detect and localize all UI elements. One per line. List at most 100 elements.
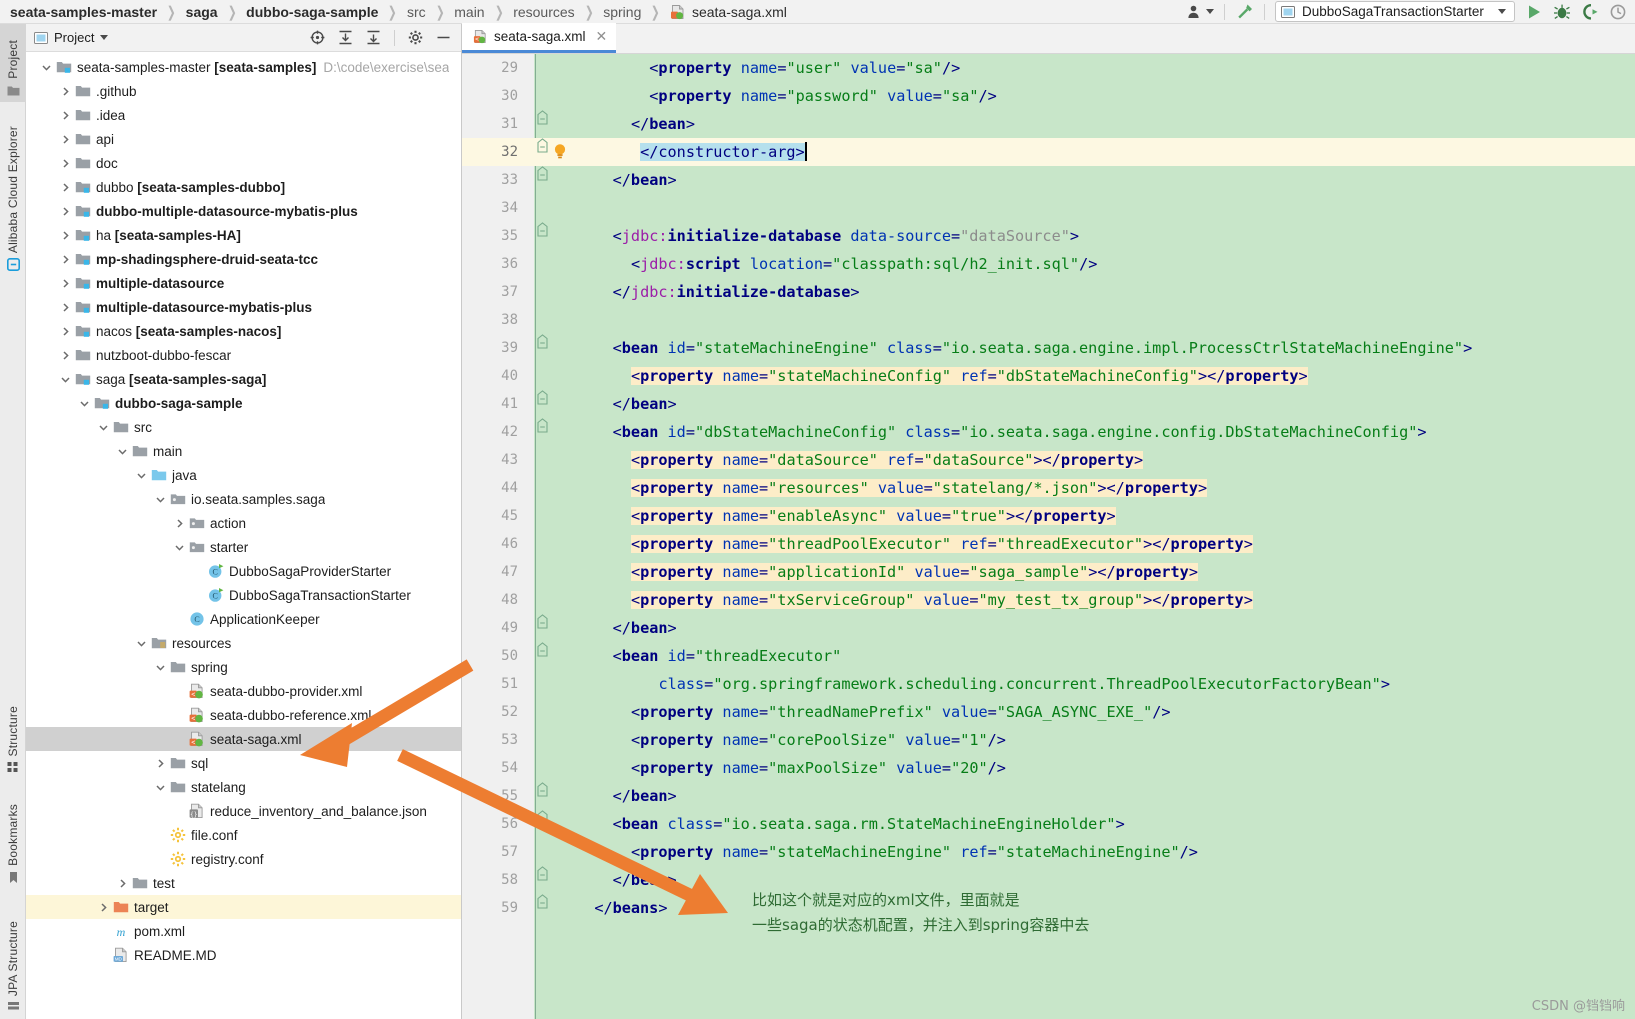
chevron-down-icon[interactable] <box>135 637 148 650</box>
chevron-down-icon[interactable] <box>78 397 91 410</box>
chevron-down-icon[interactable] <box>116 445 129 458</box>
sidebar-item-jpa-structure[interactable]: JPA Structure <box>0 904 26 1019</box>
code-line[interactable]: 56 <bean class="io.seata.saga.rm.StateMac… <box>462 810 1635 838</box>
chevron-right-icon[interactable] <box>173 517 186 530</box>
chevron-right-icon[interactable] <box>116 877 129 890</box>
code-line[interactable]: 29 <property name="user" value="sa"/> <box>462 54 1635 82</box>
sidebar-item-structure[interactable]: Structure <box>0 684 26 779</box>
tree-node-spring[interactable]: spring <box>26 655 461 679</box>
chevron-down-icon[interactable] <box>135 469 148 482</box>
project-tree[interactable]: seata-samples-master [seata-samples] D:\c… <box>26 52 461 1019</box>
user-avatar-icon[interactable] <box>1187 4 1214 20</box>
chevron-right-icon[interactable] <box>59 133 72 146</box>
build-hammer-icon[interactable] <box>1235 2 1254 21</box>
fold-marker-icon[interactable] <box>537 222 548 237</box>
tree-node-registry-conf[interactable]: registry.conf <box>26 847 461 871</box>
fold-marker-icon[interactable] <box>537 642 548 657</box>
chevron-down-icon[interactable] <box>40 61 53 74</box>
breadcrumb-item[interactable]: saga <box>186 4 218 20</box>
breadcrumb-item[interactable]: src <box>407 4 426 20</box>
code-line[interactable]: 52 <property name="threadNamePrefix" valu… <box>462 698 1635 726</box>
chevron-down-icon[interactable] <box>1206 9 1214 14</box>
select-opened-file-icon[interactable] <box>310 30 325 45</box>
tree-node-target[interactable]: target <box>26 895 461 919</box>
code-line[interactable]: 55 </bean> <box>462 782 1635 810</box>
tree-node-seata-dubbo-reference-xml[interactable]: < seata-dubbo-reference.xml <box>26 703 461 727</box>
editor-tab-seata-saga-xml[interactable]: < seata-saga.xml ✕ <box>462 23 617 53</box>
code-line[interactable]: 41 </bean> <box>462 390 1635 418</box>
chevron-right-icon[interactable] <box>154 757 167 770</box>
tree-node-mp-shadingsphere-druid-seata-tcc[interactable]: mp-shadingsphere-druid-seata-tcc <box>26 247 461 271</box>
code-line[interactable]: 46 <property name="threadPoolExecutor" re… <box>462 530 1635 558</box>
fold-marker-icon[interactable] <box>537 138 548 153</box>
fold-marker-icon[interactable] <box>537 614 548 629</box>
minimize-icon[interactable] <box>436 30 451 45</box>
breadcrumb-item[interactable]: seata-saga.xml <box>670 4 787 20</box>
chevron-right-icon[interactable] <box>59 157 72 170</box>
chevron-right-icon[interactable] <box>59 277 72 290</box>
close-icon[interactable]: ✕ <box>596 28 608 45</box>
tree-node-statelang[interactable]: statelang <box>26 775 461 799</box>
tree-node-seata-samples-master[interactable]: seata-samples-master [seata-samples] D:\c… <box>26 55 461 79</box>
tree-node-java[interactable]: java <box>26 463 461 487</box>
chevron-right-icon[interactable] <box>59 109 72 122</box>
chevron-down-icon[interactable] <box>154 781 167 794</box>
chevron-right-icon[interactable] <box>59 325 72 338</box>
chevron-right-icon[interactable] <box>97 901 110 914</box>
code-line[interactable]: 54 <property name="maxPoolSize" value="20… <box>462 754 1635 782</box>
fold-marker-icon[interactable] <box>537 866 548 881</box>
code-text[interactable]: 29 <property name="user" value="sa"/> 30 <p… <box>462 54 1635 1019</box>
tree-node-nacos[interactable]: nacos [seata-samples-nacos] <box>26 319 461 343</box>
tree-node-main[interactable]: main <box>26 439 461 463</box>
breadcrumb-item[interactable]: resources <box>513 4 574 20</box>
tree-node-sql[interactable]: sql <box>26 751 461 775</box>
tree-node--github[interactable]: .github <box>26 79 461 103</box>
breadcrumb-item[interactable]: dubbo-saga-sample <box>246 4 378 20</box>
chevron-right-icon[interactable] <box>59 85 72 98</box>
tree-node-file-conf[interactable]: file.conf <box>26 823 461 847</box>
fold-marker-icon[interactable] <box>537 110 548 125</box>
tree-node-seata-saga-xml[interactable]: < seata-saga.xml <box>26 727 461 751</box>
code-line[interactable]: 51 class="org.springframework.scheduling.… <box>462 670 1635 698</box>
code-line[interactable]: 35 <jdbc:initialize-database data-source=… <box>462 222 1635 250</box>
tree-node-dubbo-saga-sample[interactable]: dubbo-saga-sample <box>26 391 461 415</box>
breadcrumb-item[interactable]: seata-samples-master <box>10 4 157 20</box>
tree-node-dubbo[interactable]: dubbo [seata-samples-dubbo] <box>26 175 461 199</box>
chevron-right-icon[interactable] <box>59 229 72 242</box>
tree-node-action[interactable]: action <box>26 511 461 535</box>
tree-node-api[interactable]: api <box>26 127 461 151</box>
run-configuration-selector[interactable]: DubboSagaTransactionStarter <box>1275 1 1515 22</box>
breadcrumb-item[interactable]: spring <box>603 4 641 20</box>
tree-node-src[interactable]: src <box>26 415 461 439</box>
tree-node-dubbo-multiple-datasource-mybatis-plus[interactable]: dubbo-multiple-datasource-mybatis-plus <box>26 199 461 223</box>
code-line[interactable]: 53 <property name="corePoolSize" value="1… <box>462 726 1635 754</box>
code-line[interactable]: 50 <bean id="threadExecutor" <box>462 642 1635 670</box>
tree-node--idea[interactable]: .idea <box>26 103 461 127</box>
tree-node-applicationkeeper[interactable]: C ApplicationKeeper <box>26 607 461 631</box>
gear-icon[interactable] <box>408 30 423 45</box>
tree-node-readme-md[interactable]: MD README.MD <box>26 943 461 967</box>
sidebar-item-alibaba-cloud-explorer[interactable]: Alibaba Cloud Explorer <box>0 106 26 276</box>
code-line[interactable]: 42 <bean id="dbStateMachineConfig" class=… <box>462 418 1635 446</box>
tree-node-seata-dubbo-provider-xml[interactable]: < seata-dubbo-provider.xml <box>26 679 461 703</box>
code-line[interactable]: 31 </bean> <box>462 110 1635 138</box>
tree-node-starter[interactable]: starter <box>26 535 461 559</box>
code-line[interactable]: 36 <jdbc:script location="classpath:sql/h… <box>462 250 1635 278</box>
run-with-coverage-button[interactable] <box>1581 3 1599 21</box>
code-line[interactable]: 37 </jdbc:initialize-database> <box>462 278 1635 306</box>
code-line[interactable]: 34 <box>462 194 1635 222</box>
chevron-right-icon[interactable] <box>59 301 72 314</box>
fold-marker-icon[interactable] <box>537 334 548 349</box>
tree-node-multiple-datasource[interactable]: multiple-datasource <box>26 271 461 295</box>
fold-marker-icon[interactable] <box>537 166 548 181</box>
tree-node-saga[interactable]: saga [seata-samples-saga] <box>26 367 461 391</box>
tree-node-nutzboot-dubbo-fescar[interactable]: nutzboot-dubbo-fescar <box>26 343 461 367</box>
chevron-down-icon[interactable] <box>97 421 110 434</box>
profiler-button[interactable] <box>1609 3 1627 21</box>
code-line[interactable]: 49 </bean> <box>462 614 1635 642</box>
code-line[interactable]: 48 <property name="txServiceGroup" value=… <box>462 586 1635 614</box>
code-editor[interactable]: 29 <property name="user" value="sa"/> 30 <p… <box>462 54 1635 1019</box>
code-line[interactable]: 40 <property name="stateMachineConfig" re… <box>462 362 1635 390</box>
code-line[interactable]: 39 <bean id="stateMachineEngine" class="i… <box>462 334 1635 362</box>
code-line[interactable]: 38 <box>462 306 1635 334</box>
